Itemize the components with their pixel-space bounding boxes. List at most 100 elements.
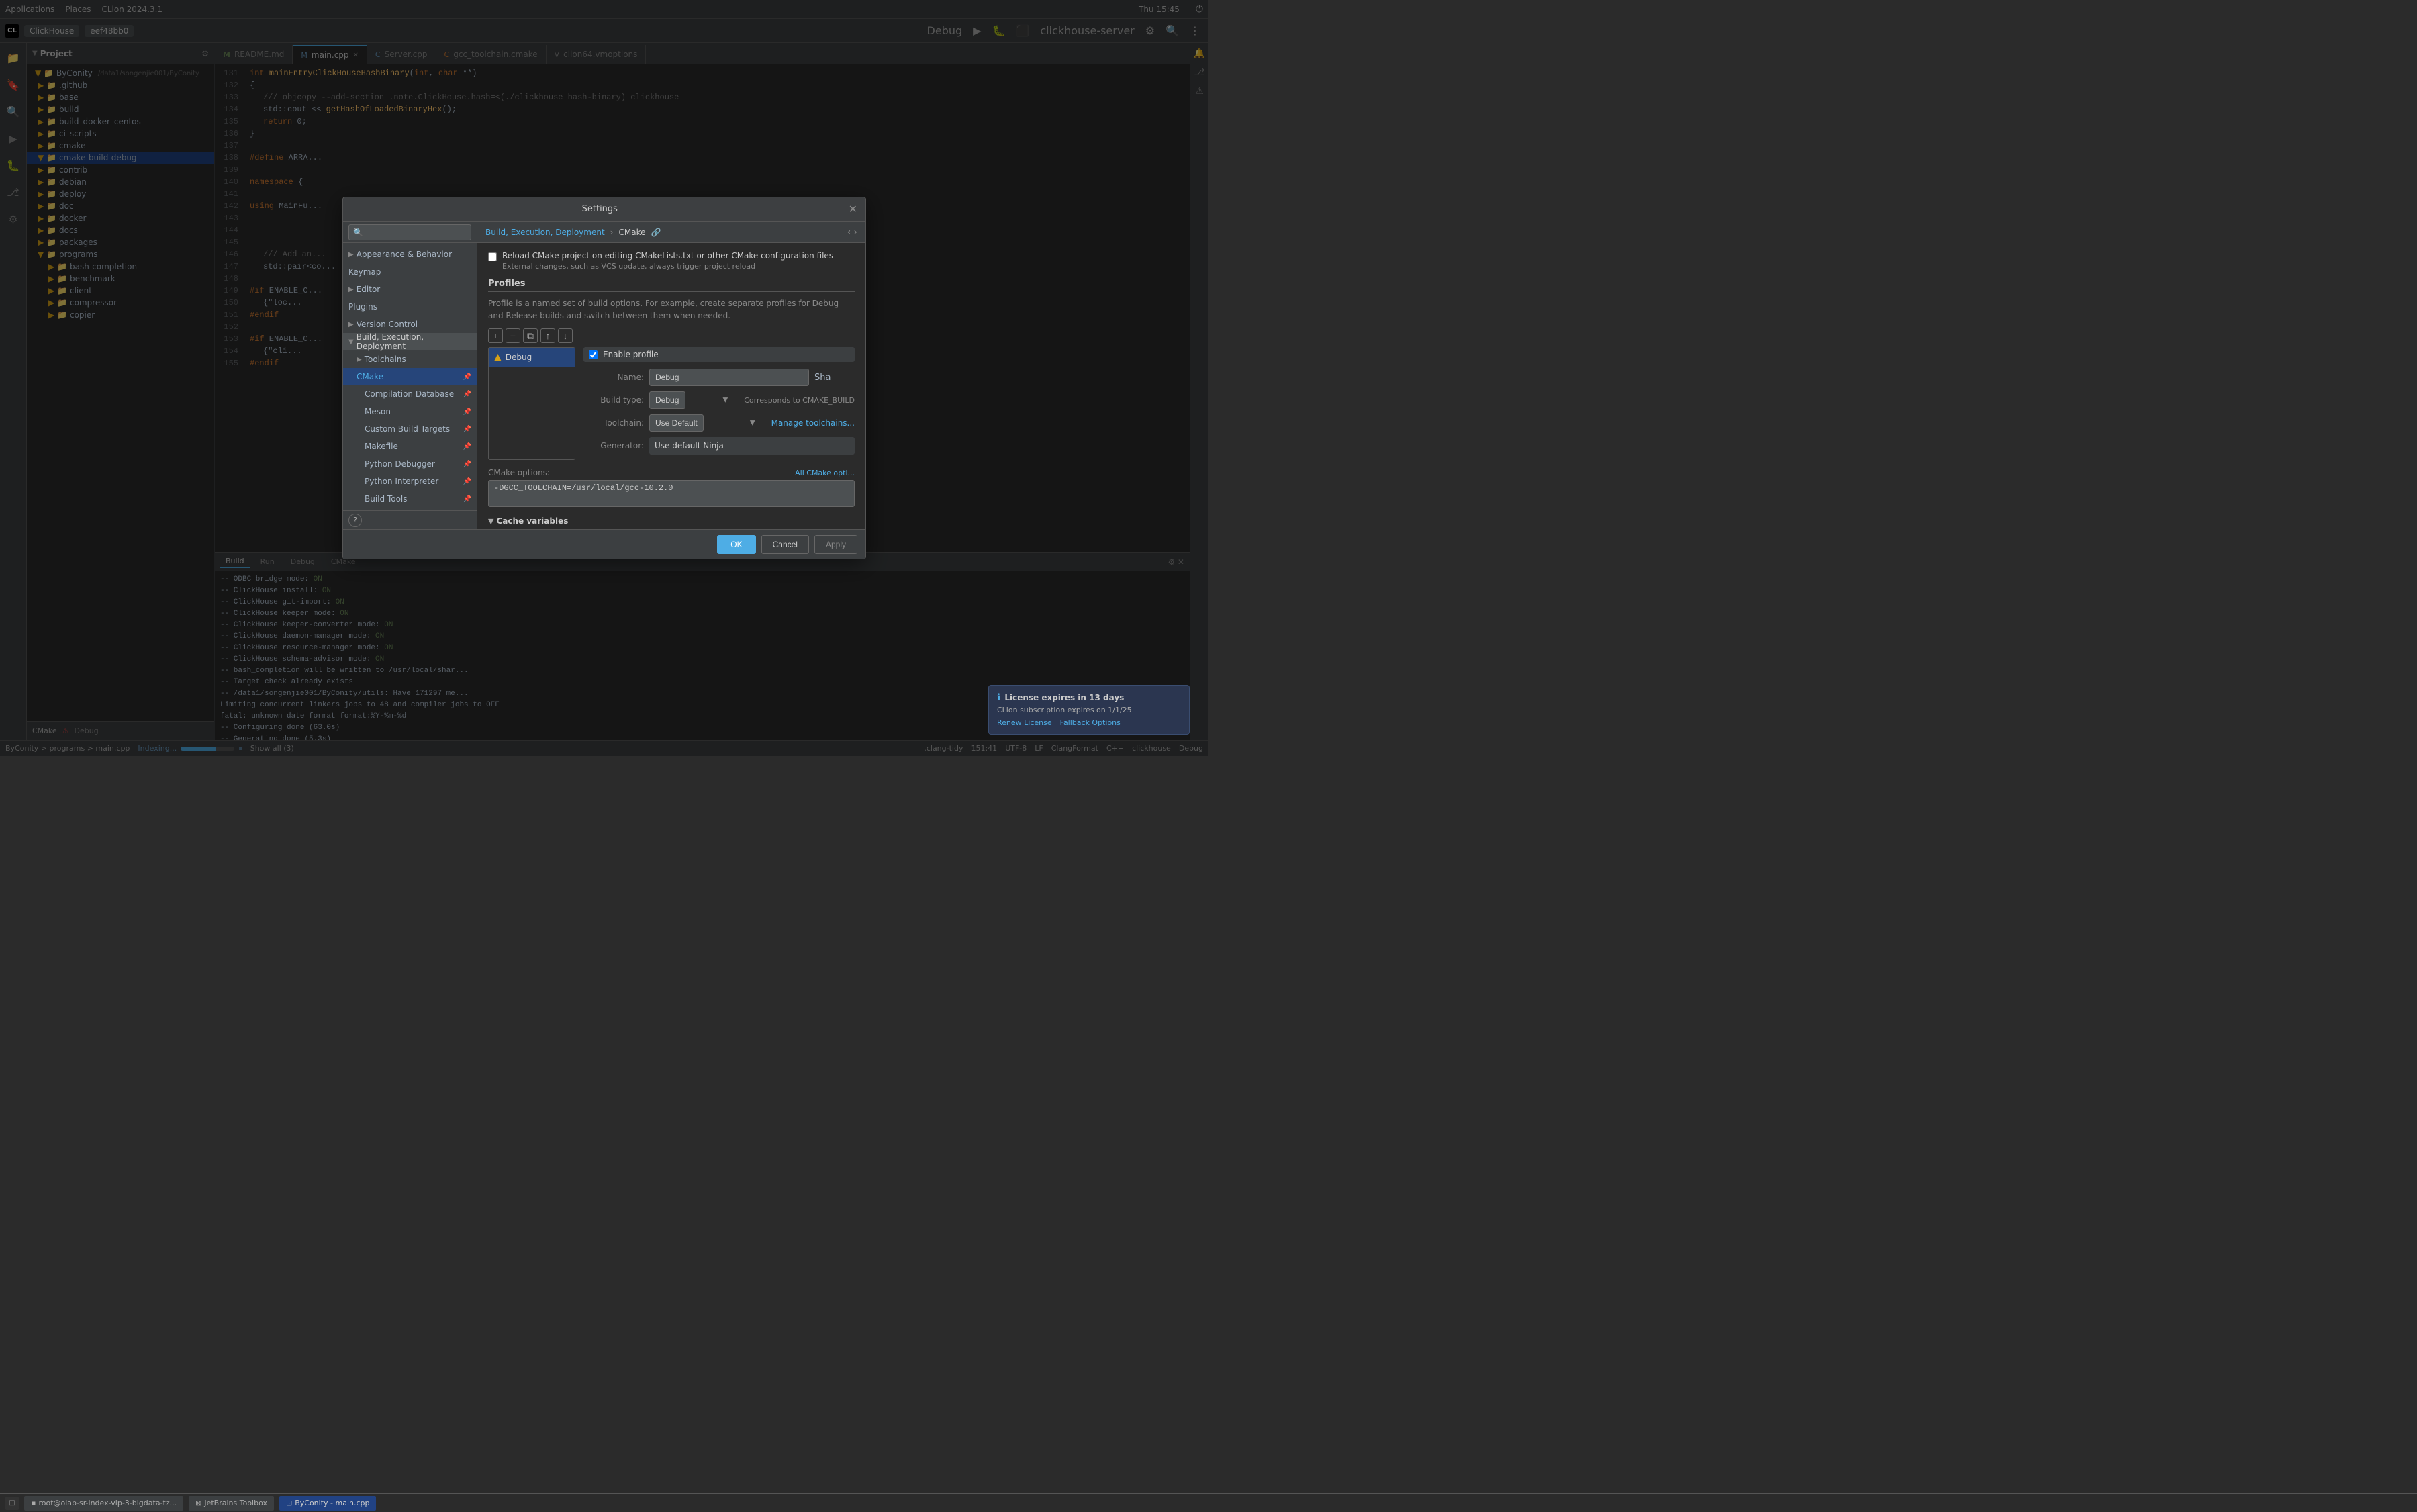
taskbar-terminal[interactable]: ▪ root@olap-sr-index-vip-3-bigdata-tz... [24,1496,183,1511]
nav-pin-icon3: 📌 [463,408,471,416]
reload-checkbox[interactable] [488,252,497,261]
settings-nav-compilation-db[interactable]: Compilation Database 📌 [343,385,477,403]
settings-right: Build, Execution, Deployment › CMake 🔗 ‹… [477,222,865,529]
profile-remove-button[interactable]: − [506,328,520,343]
all-cmake-options-link[interactable]: All CMake opti... [795,469,855,477]
taskbar-jetbrains-icon: ⊠ [195,1499,201,1507]
modal-body: ▶ Appearance & Behavior Keymap ▶ Editor … [343,222,865,529]
settings-nav-cmake[interactable]: CMake 📌 [343,368,477,385]
license-header: ℹ License expires in 13 days [997,692,1181,703]
settings-nav-build-tools[interactable]: Build Tools 📌 [343,490,477,508]
profile-enable-row: Enable profile [583,347,855,362]
toolchain-select[interactable]: Use Default [649,414,704,432]
enable-profile-checkbox[interactable] [589,350,598,359]
cmake-options-textarea[interactable]: -DGCC_TOOLCHAIN=/usr/local/gcc-10.2.0 [488,480,855,507]
settings-nav-makefile[interactable]: Makefile 📌 [343,438,477,455]
taskbar: □ ▪ root@olap-sr-index-vip-3-bigdata-tz.… [0,1493,2417,1512]
breadcrumb-nav-arrows: ‹ › [847,227,857,238]
cache-section-title: Cache variables [496,516,568,526]
license-links: Renew License Fallback Options [997,718,1181,727]
taskbar-clion-icon: ⊡ [286,1499,292,1507]
name-input[interactable] [649,369,809,386]
nav-item-label: Editor [357,285,381,294]
settings-nav-python-interpreter[interactable]: Python Interpreter 📌 [343,473,477,490]
cache-section-header[interactable]: ▼ Cache variables [488,516,855,526]
settings-nav-appearance[interactable]: ▶ Appearance & Behavior [343,246,477,263]
settings-nav-custom-build[interactable]: Custom Build Targets 📌 [343,420,477,438]
taskbar-clion[interactable]: ⊡ ByConity - main.cpp [279,1496,377,1511]
taskbar-clion-label: ByConity - main.cpp [295,1499,369,1507]
nav-chevron-icon: ▶ [357,356,362,363]
profile-add-button[interactable]: + [488,328,503,343]
reload-label: Reload CMake project on editing CMakeLis… [502,251,833,261]
nav-item-label: Build Tools [365,494,408,504]
nav-back-icon[interactable]: ‹ [847,227,851,238]
sha-label: Sha [814,373,855,383]
help-icon[interactable]: ? [348,514,362,527]
nav-pin-icon6: 📌 [463,461,471,468]
settings-nav-build[interactable]: ▼ Build, Execution, Deployment [343,333,477,350]
fallback-options-link[interactable]: Fallback Options [1060,718,1121,727]
breadcrumb-parent[interactable]: Build, Execution, Deployment [485,228,605,237]
settings-nav-keymap[interactable]: Keymap [343,263,477,281]
nav-chevron-icon: ▶ [348,321,354,328]
cancel-button[interactable]: Cancel [761,535,809,554]
breadcrumb-current: CMake [618,228,645,237]
nav-chevron-icon: ▶ [348,251,354,258]
settings-help-row: ? [343,510,477,529]
profile-item-label: Debug [506,352,532,362]
settings-left-nav: ▶ Appearance & Behavior Keymap ▶ Editor … [343,222,477,529]
settings-search-input[interactable] [348,224,471,240]
settings-nav-editor[interactable]: ▶ Editor [343,281,477,298]
taskbar-desktop-icon[interactable]: □ [5,1497,19,1510]
build-type-select[interactable]: Debug [649,391,685,409]
license-info-icon: ℹ [997,692,1000,703]
settings-nav-vcs[interactable]: ▶ Version Control [343,316,477,333]
cmake-options-header: CMake options: All CMake opti... [488,468,855,477]
cmake-options-label: CMake options: [488,468,550,477]
modal-overlay: Settings ✕ ▶ Appearance & Behavior Keyma… [0,0,1208,756]
nav-item-label: Meson [365,407,391,416]
profile-item-debug[interactable]: ▲ Debug [489,348,575,367]
nav-forward-icon[interactable]: › [853,227,857,238]
nav-pin-icon: 📌 [463,373,471,381]
profiles-panel: ▲ Debug Enable profile Name: [488,347,855,460]
ok-button[interactable]: OK [717,535,755,554]
renew-license-link[interactable]: Renew License [997,718,1052,727]
taskbar-terminal-label: root@olap-sr-index-vip-3-bigdata-tz... [38,1499,177,1507]
settings-nav-toolchains[interactable]: ▶ Toolchains [343,350,477,368]
cache-chevron-icon: ▼ [488,517,493,526]
nav-pin-icon7: 📌 [463,478,471,485]
profile-copy-button[interactable]: ⧉ [523,328,538,343]
settings-nav-meson[interactable]: Meson 📌 [343,403,477,420]
settings-search-container [343,222,477,243]
generator-label: Generator: [583,441,644,451]
profile-move-down-button[interactable]: ↓ [558,328,573,343]
settings-modal: Settings ✕ ▶ Appearance & Behavior Keyma… [342,197,866,559]
nav-item-label: Appearance & Behavior [357,250,452,259]
reload-option-row: Reload CMake project on editing CMakeLis… [488,251,855,271]
modal-close-button[interactable]: ✕ [849,203,857,216]
reload-sublabel: External changes, such as VCS update, al… [502,262,833,271]
enable-profile-label[interactable]: Enable profile [603,350,659,359]
nav-pin-icon4: 📌 [463,426,471,433]
license-body: CLion subscription expires on 1/1/25 [997,706,1181,714]
modal-footer: OK Cancel Apply [343,529,865,559]
settings-nav-plugins[interactable]: Plugins [343,298,477,316]
taskbar-jetbrains[interactable]: ⊠ JetBrains Toolbox [189,1496,274,1511]
external-link-icon[interactable]: 🔗 [651,228,661,237]
nav-item-label: Version Control [357,320,418,329]
manage-toolchains-link[interactable]: Manage toolchains... [771,418,855,428]
build-type-select-wrap: Debug [649,391,733,409]
settings-nav-python-debugger[interactable]: Python Debugger 📌 [343,455,477,473]
form-row-generator: Generator: Use default Ninja [583,437,855,455]
taskbar-jetbrains-label: JetBrains Toolbox [204,1499,267,1507]
breadcrumb-separator: › [610,228,614,237]
profile-move-up-button[interactable]: ↑ [540,328,555,343]
nav-pin-icon2: 📌 [463,391,471,398]
form-row-toolchain: Toolchain: Use Default Manage toolchains… [583,414,855,432]
toolchain-select-wrap: Use Default [649,414,761,432]
apply-button[interactable]: Apply [814,535,857,554]
form-row-build-type: Build type: Debug Corresponds to CMAKE_B… [583,391,855,409]
toolchain-label: Toolchain: [583,418,644,428]
